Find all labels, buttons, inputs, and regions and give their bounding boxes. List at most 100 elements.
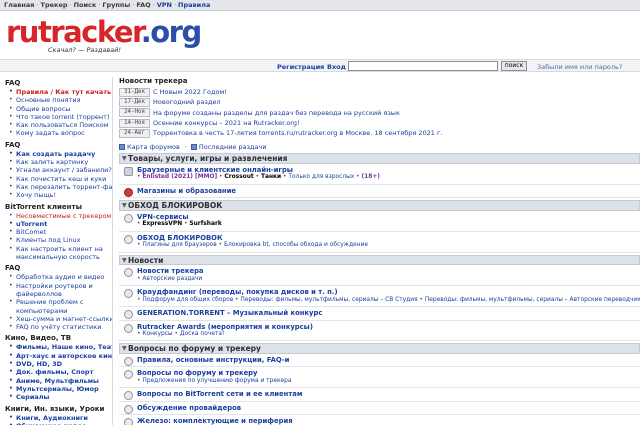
category-header[interactable]: ▼ Товары, услуги, игры и развлечения xyxy=(119,153,640,164)
sidebar-item[interactable]: • Кому задать вопрос xyxy=(5,129,112,137)
sidebar-section-title: FAQ xyxy=(5,140,21,149)
sidebar-item[interactable]: • Фильмы, Наше кино, Театр xyxy=(5,343,112,351)
latest-releases-link[interactable]: Последние раздачи xyxy=(199,143,267,151)
forum-name-link[interactable]: GENERATION.TORRENT – Музыкальный конкурс xyxy=(137,309,640,318)
bullet-icon: • xyxy=(9,129,13,137)
subforum-link[interactable]: Блокировка bt, способы обхода и обсужден… xyxy=(224,242,368,248)
subforum-link[interactable]: (18+) xyxy=(361,174,380,180)
subforum-link[interactable]: Crossout xyxy=(224,174,253,180)
subforum-link[interactable]: Только для взрослых xyxy=(288,174,354,180)
sidebar-item-label: Как почистить кеш и куки xyxy=(16,174,107,183)
sidebar-item[interactable]: • Как залить картинку xyxy=(5,158,112,166)
sidebar-item[interactable]: • Несовместимые с трекером xyxy=(5,212,112,220)
nav-link[interactable]: Главная xyxy=(4,1,34,9)
sidebar-item[interactable]: • BitComet xyxy=(5,228,112,236)
news-link[interactable]: С Новым 2022 Годом! xyxy=(153,88,227,96)
sidebar-item[interactable]: • Как почистить кеш и куки xyxy=(5,175,112,183)
forum-name-link[interactable]: Краудфандинг (переводы, покупка дисков и… xyxy=(137,288,640,297)
forum-name-link[interactable]: Вопросы по BitTorrent сети и ее клиентам xyxy=(137,390,640,399)
forum-name-link[interactable]: ОБХОД БЛОКИРОВОК xyxy=(137,234,640,243)
sidebar-item-label: Аниме, Мультфильмы xyxy=(16,376,99,385)
sidebar-section-title: FAQ xyxy=(5,79,21,87)
sidebar-item[interactable]: • Что такое torrent (торрент) xyxy=(5,113,112,121)
forgot-password-link[interactable]: Забыли имя или пароль? xyxy=(537,63,622,71)
sidebar-item[interactable]: • DVD, HD, 3D xyxy=(5,360,112,368)
site-logo[interactable]: rutracker.org Скачал? — Раздавай! xyxy=(6,17,202,57)
login-bar: Регистрация · Вход поиск Забыли имя или … xyxy=(0,59,640,72)
sidebar-item[interactable]: • Как перезалить торрент-файл xyxy=(5,183,112,191)
subforum-link[interactable]: Переводы: фильмы, мультфильмы, сериалы –… xyxy=(240,297,417,303)
sidebar-item[interactable]: • Настройки роутеров и файерволлов xyxy=(5,282,108,299)
subforum-link[interactable]: Доска почета! xyxy=(180,331,224,337)
news-link[interactable]: Осенние конкурсы – 2021 на Rutracker.org… xyxy=(153,119,300,127)
sidebar-item[interactable]: • Хочу пыщь! xyxy=(5,191,112,199)
sidebar-item[interactable]: • FAQ по учёту статистики xyxy=(5,323,112,331)
bullet-icon: • xyxy=(9,236,13,244)
subforum-link[interactable]: Танки xyxy=(261,174,281,180)
bullet-icon: • xyxy=(9,244,13,252)
sidebar-item[interactable]: • uTorrent xyxy=(5,220,112,228)
news-link[interactable]: Новогодний раздел xyxy=(153,98,221,106)
nav-link[interactable]: Поиск xyxy=(74,1,97,9)
sidebar-item[interactable]: • Док. фильмы, Спорт xyxy=(5,368,112,376)
subforum-link[interactable]: Enlisted (2021) [MMO] xyxy=(142,174,217,180)
sidebar-item[interactable]: • Клиенты под Linux xyxy=(5,236,112,244)
forum-name-link[interactable]: Железо: комплектующие и периферия xyxy=(137,417,640,425)
sidebar-item[interactable]: • Мультсериалы, Юмор xyxy=(5,385,112,393)
login-link[interactable]: Вход xyxy=(327,63,346,71)
sidebar-item[interactable]: • Как настроить клиент на максимальную ск… xyxy=(5,245,108,262)
forum-name-link[interactable]: Магазины и образование xyxy=(137,187,640,196)
category-header[interactable]: ▼ Новости xyxy=(119,254,640,266)
forum-name-link[interactable]: VPN-сервисы xyxy=(137,213,640,222)
sidebar-item[interactable]: • Решение проблем с компьютерами xyxy=(5,298,108,315)
forum-name-link[interactable]: Браузерные и клиентские онлайн-игры xyxy=(137,166,640,175)
nav-link[interactable]: VPN xyxy=(157,1,172,9)
forum-name-link[interactable]: Правила, основные инструкции, FAQ-и xyxy=(137,356,640,365)
sidebar-item[interactable]: • Обработка аудио и видео xyxy=(5,273,112,281)
forum-name-link[interactable]: Новости трекера xyxy=(137,267,640,276)
subforum-list: • Подфорум для общих сборов • Переводы: … xyxy=(137,297,640,304)
sidebar-item[interactable]: • Как создать раздачу xyxy=(5,150,112,158)
sidebar-item[interactable]: • Сериалы xyxy=(5,393,112,401)
sidebar-item[interactable]: • Как пользоваться Поиском xyxy=(5,121,112,129)
sidebar-item[interactable]: • Аниме, Мультфильмы xyxy=(5,377,112,385)
news-link[interactable]: На форуме созданы разделы для раздач без… xyxy=(153,109,400,117)
nav-link[interactable]: FAQ xyxy=(136,1,150,9)
subforum-link[interactable]: Предложения по улучшению форума и трекер… xyxy=(142,378,291,384)
sidebar-section-title: Кино, Видео, ТВ xyxy=(5,334,72,343)
category-header[interactable]: ▼ Вопросы по форуму и трекеру xyxy=(119,343,640,354)
sidebar-item[interactable]: • Арт-хаус и авторское кино xyxy=(5,352,112,360)
sidebar-item[interactable]: • Общие вопросы xyxy=(5,105,112,113)
forum-name-link[interactable]: Обсуждение провайдеров xyxy=(137,404,640,413)
forum-name-link[interactable]: Вопросы по форуму и трекеру xyxy=(137,369,640,378)
sidebar-item-label: Кому задать вопрос xyxy=(16,129,85,138)
sidebar-section: Кино, Видео, ТВ • Фильмы, Наше кино, Театр… xyxy=(0,334,112,401)
subforum-link[interactable]: Подфорум для общих сборов xyxy=(142,297,233,303)
subforum-link[interactable]: ExpressVPN xyxy=(142,221,182,227)
sidebar-item[interactable]: • Хеш-сумма и магнет-ссылки xyxy=(5,315,112,323)
logo-tagline: Скачал? — Раздавай! xyxy=(48,46,121,54)
subforum-link[interactable]: Surfshark xyxy=(189,221,221,227)
shop-icon xyxy=(124,187,133,197)
forum-name-link[interactable]: Rutracker Awards (мероприятия и конкурсы… xyxy=(137,323,640,332)
subforum-link[interactable]: Конкурсы xyxy=(142,331,172,337)
subforum-list: • Предложения по улучшению форума и трек… xyxy=(137,378,640,385)
sidebar-item[interactable]: • Угнали аккаунт / забанили? xyxy=(5,166,112,174)
subforum-link[interactable]: Плагины для браузеров xyxy=(142,242,216,248)
nav-link[interactable]: Правила xyxy=(178,1,210,9)
news-link[interactable]: Торрентовка в честь 17-летия torrents.ru… xyxy=(153,129,442,137)
forum-map-link[interactable]: Карта форумов xyxy=(127,143,180,151)
search-button[interactable]: поиск xyxy=(501,61,527,71)
sidebar-item-label: Правила / Как тут качать xyxy=(16,88,112,96)
news-date: 31-Дек xyxy=(119,87,150,97)
subforum-link[interactable]: Переводы: фильмы, мультфильмы, сериалы –… xyxy=(425,297,640,303)
register-link[interactable]: Регистрация xyxy=(277,63,324,71)
sidebar-item[interactable]: • Правила / Как тут качать xyxy=(5,88,112,96)
nav-link[interactable]: Группы xyxy=(102,1,130,9)
subforum-link[interactable]: Авторские раздачи xyxy=(142,276,202,282)
sidebar-item[interactable]: • Книги, Аудиокниги xyxy=(5,414,112,422)
search-input[interactable] xyxy=(348,61,498,71)
nav-link[interactable]: Трекер xyxy=(41,1,68,9)
category-header[interactable]: ▼ ОБХОД БЛОКИРОВОК xyxy=(119,200,640,211)
sidebar-item[interactable]: • Основные понятия xyxy=(5,96,112,104)
